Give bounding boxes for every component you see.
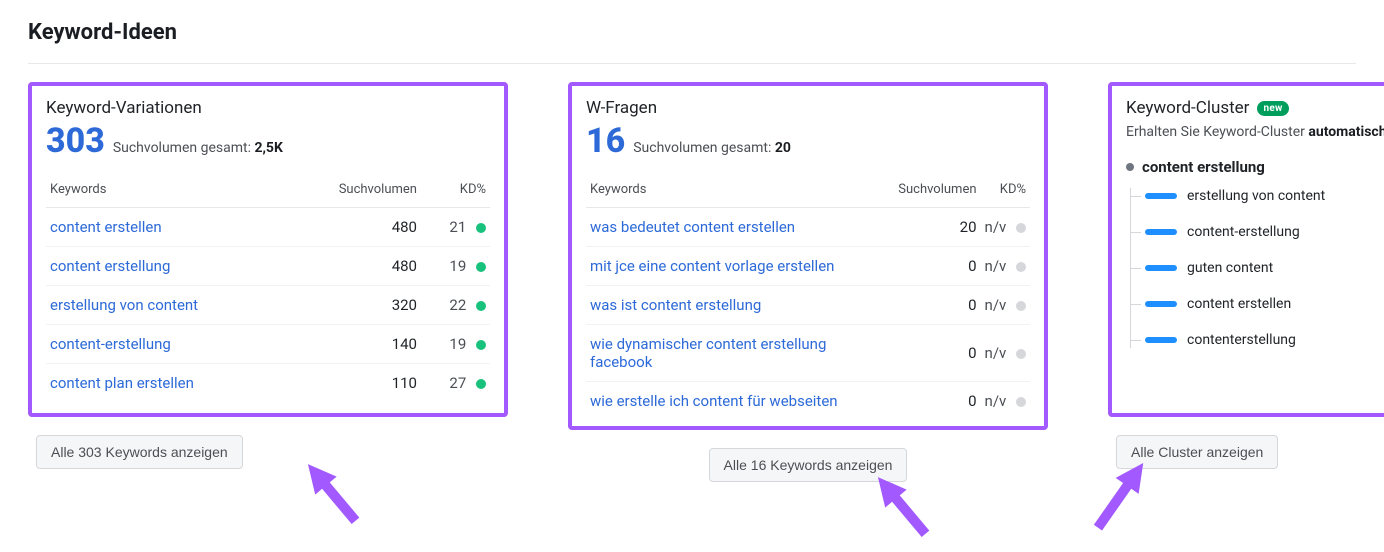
- table-row: wie dynamischer content erstellung faceb…: [586, 325, 1030, 382]
- kd-value: 19: [421, 247, 490, 286]
- difficulty-dot-icon: [476, 301, 486, 311]
- kd-value: 19: [421, 325, 490, 364]
- bullet-icon: [1126, 163, 1134, 171]
- panel-title-text: W-Fragen: [586, 98, 657, 118]
- variations-table: Keywords Suchvolumen KD% content erstell…: [46, 176, 490, 402]
- cluster-child-label: content-erstellung: [1187, 224, 1300, 240]
- col-keywords: Keywords: [46, 176, 288, 208]
- col-kd: KD%: [981, 176, 1030, 208]
- panel-title-text: Keyword-Cluster: [1126, 98, 1249, 118]
- volume-value: 0: [894, 325, 980, 382]
- keyword-link[interactable]: content plan erstellen: [46, 364, 288, 403]
- questions-count: 16: [586, 124, 625, 158]
- volume-value: 110: [288, 364, 421, 403]
- volume-value: 480: [288, 208, 421, 247]
- cluster-bar-icon: [1145, 301, 1177, 307]
- table-row: content-erstellung14019: [46, 325, 490, 364]
- kd-value: n/v: [981, 208, 1030, 247]
- panel-title-questions: W-Fragen: [586, 98, 1030, 118]
- table-row: erstellung von content32022: [46, 286, 490, 325]
- volume-value: 140: [288, 325, 421, 364]
- difficulty-dot-icon: [1016, 262, 1026, 272]
- keyword-link[interactable]: was ist content erstellung: [586, 286, 894, 325]
- col-volume: Suchvolumen: [894, 176, 980, 208]
- kd-value: n/v: [981, 286, 1030, 325]
- cluster-description: Erhalten Sie Keyword-Cluster automatisch: [1126, 124, 1384, 140]
- keyword-link[interactable]: content erstellung: [46, 247, 288, 286]
- table-row: content erstellung48019: [46, 247, 490, 286]
- annotation-arrow-icon: [288, 449, 378, 539]
- cluster-bar-icon: [1145, 337, 1177, 343]
- volume-value: 320: [288, 286, 421, 325]
- volume-value: 480: [288, 247, 421, 286]
- show-all-variations-button[interactable]: Alle 303 Keywords anzeigen: [36, 435, 243, 469]
- kd-value: n/v: [981, 382, 1030, 421]
- difficulty-dot-icon: [476, 379, 486, 389]
- panel-title-cluster: Keyword-Cluster new: [1126, 98, 1384, 118]
- difficulty-dot-icon: [476, 262, 486, 272]
- cluster-child-label: guten content: [1187, 260, 1273, 276]
- keyword-link[interactable]: wie dynamischer content erstellung faceb…: [586, 325, 894, 382]
- cluster-bar-icon: [1145, 229, 1177, 235]
- section-divider: [28, 63, 1356, 64]
- cluster-bar-icon: [1145, 265, 1177, 271]
- variations-volume-label: Suchvolumen gesamt: 2,5K: [113, 140, 283, 156]
- difficulty-dot-icon: [476, 223, 486, 233]
- cluster-child[interactable]: content-erstellung: [1145, 224, 1384, 240]
- questions-volume-label: Suchvolumen gesamt: 20: [633, 140, 791, 156]
- cluster-child[interactable]: contenterstellung: [1145, 332, 1384, 348]
- table-row: content plan erstellen11027: [46, 364, 490, 403]
- table-row: wie erstelle ich content für webseiten0n…: [586, 382, 1030, 421]
- cluster-child-label: content erstellen: [1187, 296, 1291, 312]
- keyword-link[interactable]: was bedeutet content erstellen: [586, 208, 894, 247]
- page-title: Keyword-Ideen: [28, 20, 1356, 45]
- keyword-link[interactable]: content-erstellung: [46, 325, 288, 364]
- table-row: was ist content erstellung0n/v: [586, 286, 1030, 325]
- panel-cluster: Keyword-Cluster new Erhalten Sie Keyword…: [1108, 82, 1384, 417]
- panel-questions: W-Fragen 16 Suchvolumen gesamt: 20 Keywo…: [568, 82, 1048, 430]
- kd-value: n/v: [981, 247, 1030, 286]
- difficulty-dot-icon: [1016, 349, 1026, 359]
- table-row: was bedeutet content erstellen20n/v: [586, 208, 1030, 247]
- volume-value: 0: [894, 247, 980, 286]
- volume-value: 0: [894, 286, 980, 325]
- kd-value: n/v: [981, 325, 1030, 382]
- table-row: content erstellen48021: [46, 208, 490, 247]
- kd-value: 21: [421, 208, 490, 247]
- questions-table: Keywords Suchvolumen KD% was bedeutet co…: [586, 176, 1030, 420]
- variations-count: 303: [46, 124, 105, 158]
- new-badge: new: [1257, 101, 1288, 116]
- show-all-clusters-button[interactable]: Alle Cluster anzeigen: [1116, 435, 1278, 469]
- cluster-child[interactable]: guten content: [1145, 260, 1384, 276]
- panel-title-variations: Keyword-Variationen: [46, 98, 490, 118]
- cluster-root[interactable]: content erstellung: [1126, 158, 1384, 176]
- difficulty-dot-icon: [1016, 301, 1026, 311]
- volume-value: 0: [894, 382, 980, 421]
- keyword-link[interactable]: wie erstelle ich content für webseiten: [586, 382, 894, 421]
- cluster-root-label: content erstellung: [1142, 158, 1265, 176]
- cluster-child[interactable]: erstellung von content: [1145, 188, 1384, 204]
- keyword-link[interactable]: content erstellen: [46, 208, 288, 247]
- table-row: mit jce eine content vorlage erstellen0n…: [586, 247, 1030, 286]
- panel-title-text: Keyword-Variationen: [46, 98, 202, 118]
- cluster-child-label: erstellung von content: [1187, 188, 1325, 204]
- difficulty-dot-icon: [476, 340, 486, 350]
- cluster-child[interactable]: content erstellen: [1145, 296, 1384, 312]
- keyword-link[interactable]: erstellung von content: [46, 286, 288, 325]
- cluster-bar-icon: [1145, 193, 1177, 199]
- show-all-questions-button[interactable]: Alle 16 Keywords anzeigen: [709, 448, 908, 482]
- col-kd: KD%: [421, 176, 490, 208]
- cluster-child-label: contenterstellung: [1187, 332, 1296, 348]
- difficulty-dot-icon: [1016, 397, 1026, 407]
- keyword-link[interactable]: mit jce eine content vorlage erstellen: [586, 247, 894, 286]
- panel-keyword-variations: Keyword-Variationen 303 Suchvolumen gesa…: [28, 82, 508, 417]
- volume-value: 20: [894, 208, 980, 247]
- difficulty-dot-icon: [1016, 223, 1026, 233]
- col-volume: Suchvolumen: [288, 176, 421, 208]
- kd-value: 22: [421, 286, 490, 325]
- col-keywords: Keywords: [586, 176, 894, 208]
- kd-value: 27: [421, 364, 490, 403]
